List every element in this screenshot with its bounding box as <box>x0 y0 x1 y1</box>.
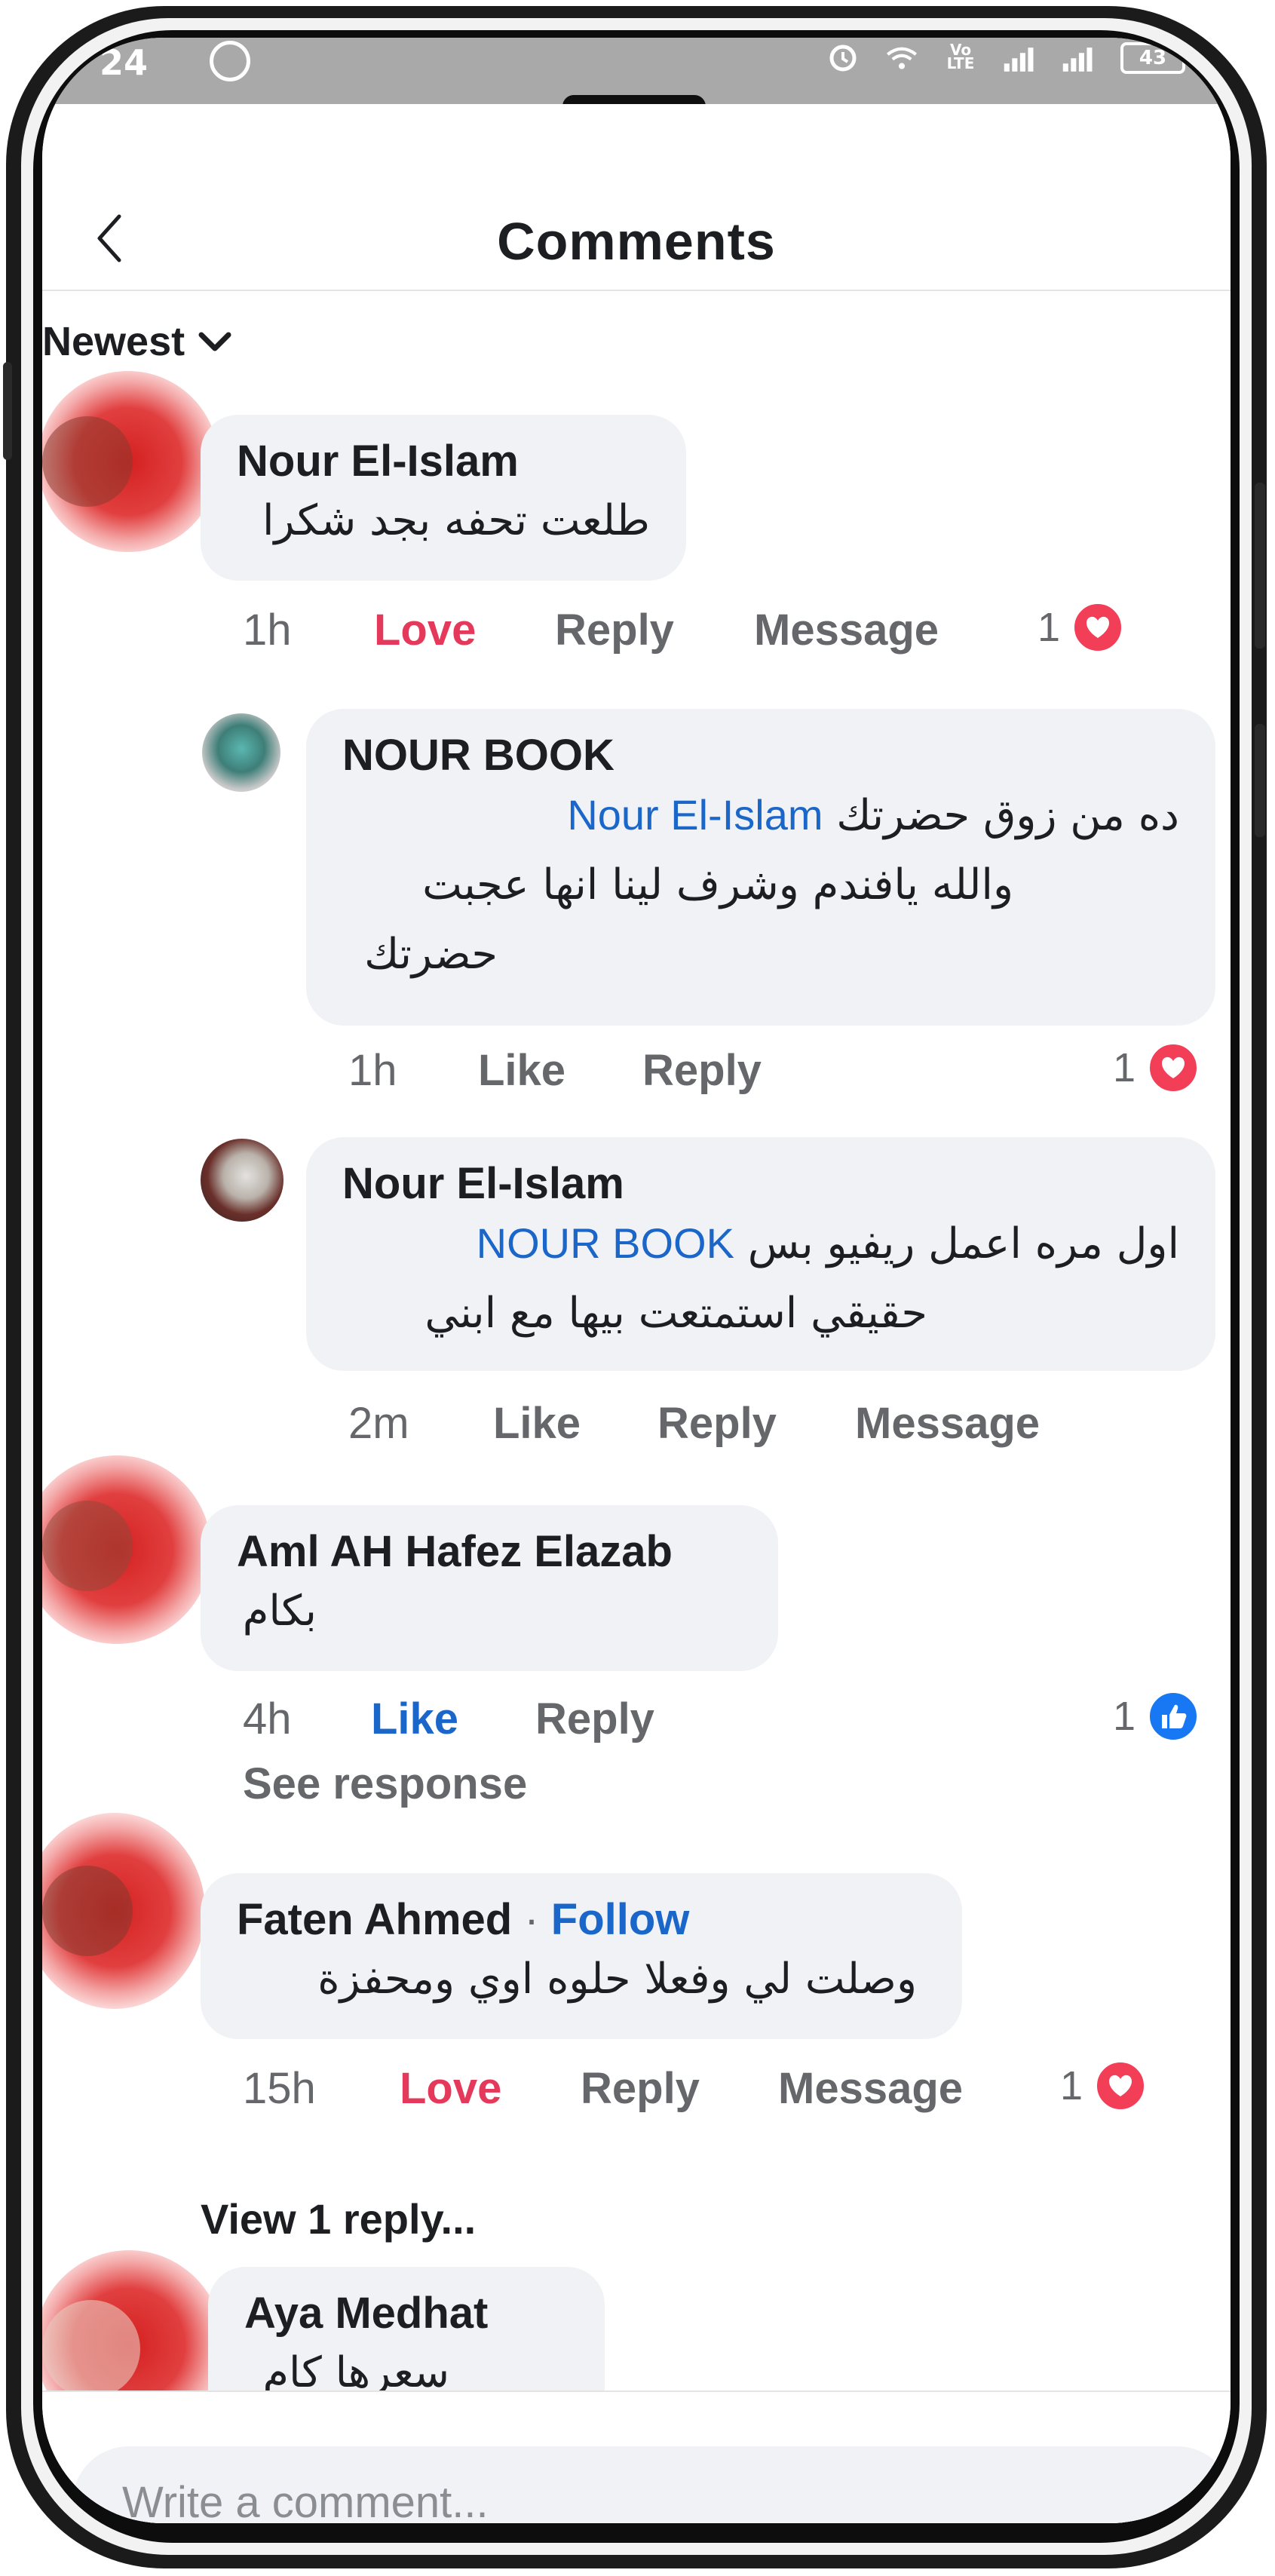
comment-actions: 1h Love Reply Message <box>243 605 939 655</box>
comment-bubble: Nour El-Islam اول مره اعمل ريفيو بس NOUR… <box>306 1137 1215 1371</box>
sort-dropdown[interactable]: Newest <box>42 318 231 365</box>
comment-composer-bar: Write a comment... <box>42 2390 1231 2523</box>
signal-icon <box>1003 43 1036 73</box>
comment-text-line: اول مره اعمل ريفيو بس <box>747 1219 1179 1268</box>
battery-icon: 43 <box>1120 42 1185 74</box>
comment-time: 2m <box>348 1399 409 1448</box>
comment-actions: 15h Love Reply Message <box>243 2063 963 2114</box>
reaction-count: 1 <box>1113 1694 1136 1739</box>
avatar[interactable] <box>42 2300 140 2398</box>
status-icons: Vo LTE 43 <box>826 42 1185 74</box>
comment-text-line: ده من زوق حضرتك <box>836 791 1179 840</box>
follow-button[interactable]: Follow <box>551 1895 690 1944</box>
heart-icon <box>1071 600 1126 655</box>
alarm-icon <box>826 43 860 73</box>
message-button[interactable]: Message <box>754 605 939 655</box>
avatar[interactable] <box>201 1139 284 1222</box>
sort-label: Newest <box>42 319 185 364</box>
comment-bubble: Aml AH Hafez Elazab بكام <box>201 1505 778 1671</box>
reaction-summary[interactable]: 1 <box>1113 1041 1201 1095</box>
like-button[interactable]: Like <box>478 1045 642 1096</box>
comment-text-line: حضرتك <box>364 930 498 979</box>
comment-author[interactable]: Nour El-Islam <box>237 436 650 486</box>
comment-bubble: Faten Ahmed · Follow وصلت لي وفعلا حلوه … <box>201 1873 962 2039</box>
reply-button[interactable]: Reply <box>642 1045 762 1096</box>
mention-link[interactable]: NOUR BOOK <box>477 1219 734 1267</box>
sync-icon <box>210 41 250 81</box>
separator-dot: · <box>524 1895 539 1944</box>
comment-text: بكام <box>242 1587 317 1636</box>
avatar[interactable] <box>42 1501 133 1591</box>
heart-icon <box>1146 1041 1201 1095</box>
comment-text-line: والله يافندم وشرف لينا انها عجبت <box>422 860 1013 909</box>
comment-time: 15h <box>243 2064 316 2113</box>
network-label: Vo LTE <box>946 41 975 72</box>
reaction-count: 1 <box>1037 605 1061 650</box>
comment-text: اول مره اعمل ريفيو بس NOUR BOOK <box>342 1209 1179 1279</box>
like-button[interactable]: Like <box>371 1694 535 1744</box>
comment-time: 1h <box>348 1046 397 1095</box>
comment-author[interactable]: Aya Medhat <box>244 2288 569 2338</box>
page-title: Comments <box>497 212 776 271</box>
like-button[interactable]: Like <box>493 1398 657 1449</box>
comment-text-line: حقيقي استمتعت بيها مع ابني <box>424 1289 927 1338</box>
signal-icon-2 <box>1062 43 1095 73</box>
reaction-summary[interactable]: 1 <box>1113 1689 1201 1743</box>
comment-author[interactable]: Faten Ahmed <box>237 1895 512 1944</box>
comment-text: وصلت لي وفعلا حلوه اوي ومحفزة <box>317 1955 917 2004</box>
comment-actions: 1h Like Reply <box>348 1045 762 1096</box>
comment-author[interactable]: Aml AH Hafez Elazab <box>237 1526 742 1577</box>
status-bar: 24 Vo LTE 43 <box>42 38 1231 104</box>
reaction-count: 1 <box>1113 1045 1136 1090</box>
comment-input[interactable]: Write a comment... <box>72 2446 1231 2523</box>
avatar[interactable] <box>42 1866 133 1956</box>
comment-header: Faten Ahmed · Follow <box>237 1894 926 1945</box>
volume-button <box>1255 483 1265 649</box>
wifi-icon <box>885 43 918 73</box>
comment-actions: 4h Like Reply <box>243 1694 654 1744</box>
message-button[interactable]: Message <box>778 2063 963 2114</box>
see-response-link[interactable]: See response <box>243 1759 527 1809</box>
heart-icon <box>1093 2059 1148 2113</box>
avatar[interactable] <box>42 416 133 507</box>
comment-actions: 2m Like Reply Message <box>348 1398 1040 1449</box>
reaction-summary[interactable]: 1 <box>1037 600 1126 655</box>
comment-time: 4h <box>243 1694 292 1743</box>
screen: 24 Vo LTE 43 Comments Newest Nour El-Isl… <box>42 38 1231 2523</box>
chevron-down-icon <box>198 332 231 351</box>
thumbs-up-icon <box>1146 1689 1201 1743</box>
comment-text: ده من زوق حضرتك Nour El-Islam <box>342 780 1179 851</box>
comment-author[interactable]: NOUR BOOK <box>342 730 1179 780</box>
love-reaction-button[interactable]: Love <box>400 2063 581 2114</box>
reply-button[interactable]: Reply <box>657 1398 855 1449</box>
love-reaction-button[interactable]: Love <box>374 605 555 655</box>
power-button <box>1255 724 1265 837</box>
status-time: 24 <box>100 42 149 83</box>
view-replies-link[interactable]: View 1 reply... <box>201 2194 476 2243</box>
reaction-summary[interactable]: 1 <box>1060 2059 1148 2113</box>
comment-text: طلعت تحفه بجد شكرا <box>262 496 650 545</box>
reply-button[interactable]: Reply <box>555 605 754 655</box>
mention-link[interactable]: Nour El-Islam <box>567 791 823 839</box>
comment-time: 1h <box>243 606 292 655</box>
reply-button[interactable]: Reply <box>581 2063 778 2114</box>
side-button <box>3 362 12 460</box>
comment-bubble: Nour El-Islam طلعت تحفه بجد شكرا <box>201 415 686 581</box>
comment-author[interactable]: Nour El-Islam <box>342 1158 1179 1209</box>
reply-button[interactable]: Reply <box>535 1694 654 1744</box>
message-button[interactable]: Message <box>855 1398 1040 1449</box>
comment-bubble: NOUR BOOK ده من زوق حضرتك Nour El-Islam … <box>306 709 1215 1026</box>
reaction-count: 1 <box>1060 2063 1083 2108</box>
avatar[interactable] <box>202 713 280 792</box>
header: Comments <box>42 104 1231 291</box>
